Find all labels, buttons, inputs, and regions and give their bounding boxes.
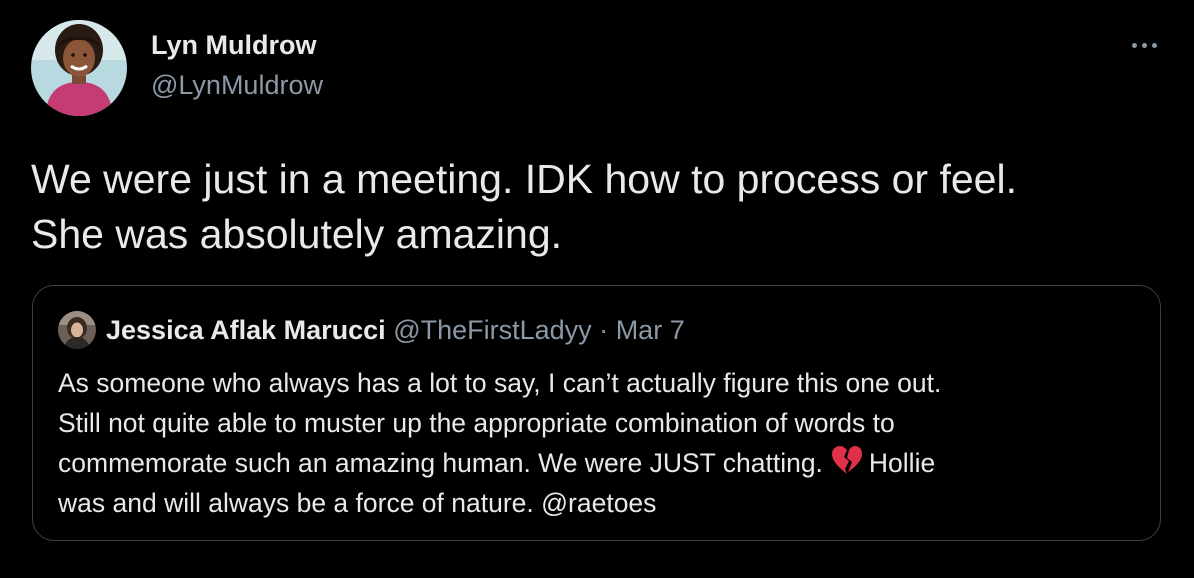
quoted-author-handle: @TheFirstLadyy — [393, 315, 592, 345]
quoted-author-name: Jessica Aflak Marucci — [106, 315, 386, 345]
more-dot — [1141, 42, 1147, 48]
more-horizontal-icon[interactable] — [1122, 30, 1166, 60]
author-avatar[interactable] — [31, 20, 127, 116]
quoted-text-segment: Hollie — [868, 448, 936, 478]
tweet: Lyn Muldrow @LynMuldrow We were just in … — [0, 0, 1194, 578]
quoted-author-avatar — [58, 311, 96, 349]
author-handle[interactable]: @LynMuldrow — [151, 70, 323, 101]
quoted-text-line: As someone who always has a lot to say, … — [58, 368, 942, 398]
broken-heart-icon — [831, 446, 862, 474]
author-name[interactable]: Lyn Muldrow — [151, 30, 316, 61]
more-dot — [1131, 42, 1137, 48]
quoted-tweet-header: Jessica Aflak Marucci @TheFirstLadyy · M… — [106, 315, 685, 346]
quoted-text-segment: commemorate such an amazing human. We we… — [58, 448, 823, 478]
header-separator: · — [599, 315, 609, 345]
quoted-text-line: was and will always be a force of nature… — [58, 488, 657, 518]
quoted-text-line: commemorate such an amazing human. We we… — [58, 443, 1148, 483]
tweet-text-line: She was absolutely amazing. — [31, 211, 563, 257]
quoted-tweet[interactable]: Jessica Aflak Marucci @TheFirstLadyy · M… — [32, 285, 1161, 541]
quoted-tweet-date: Mar 7 — [615, 315, 685, 345]
tweet-text-line: We were just in a meeting. IDK how to pr… — [31, 156, 1017, 202]
more-dot — [1151, 42, 1157, 48]
quoted-tweet-text: As someone who always has a lot to say, … — [58, 363, 1148, 523]
quoted-text-line: Still not quite able to muster up the ap… — [58, 408, 895, 438]
tweet-text: We were just in a meeting. IDK how to pr… — [31, 152, 1151, 262]
